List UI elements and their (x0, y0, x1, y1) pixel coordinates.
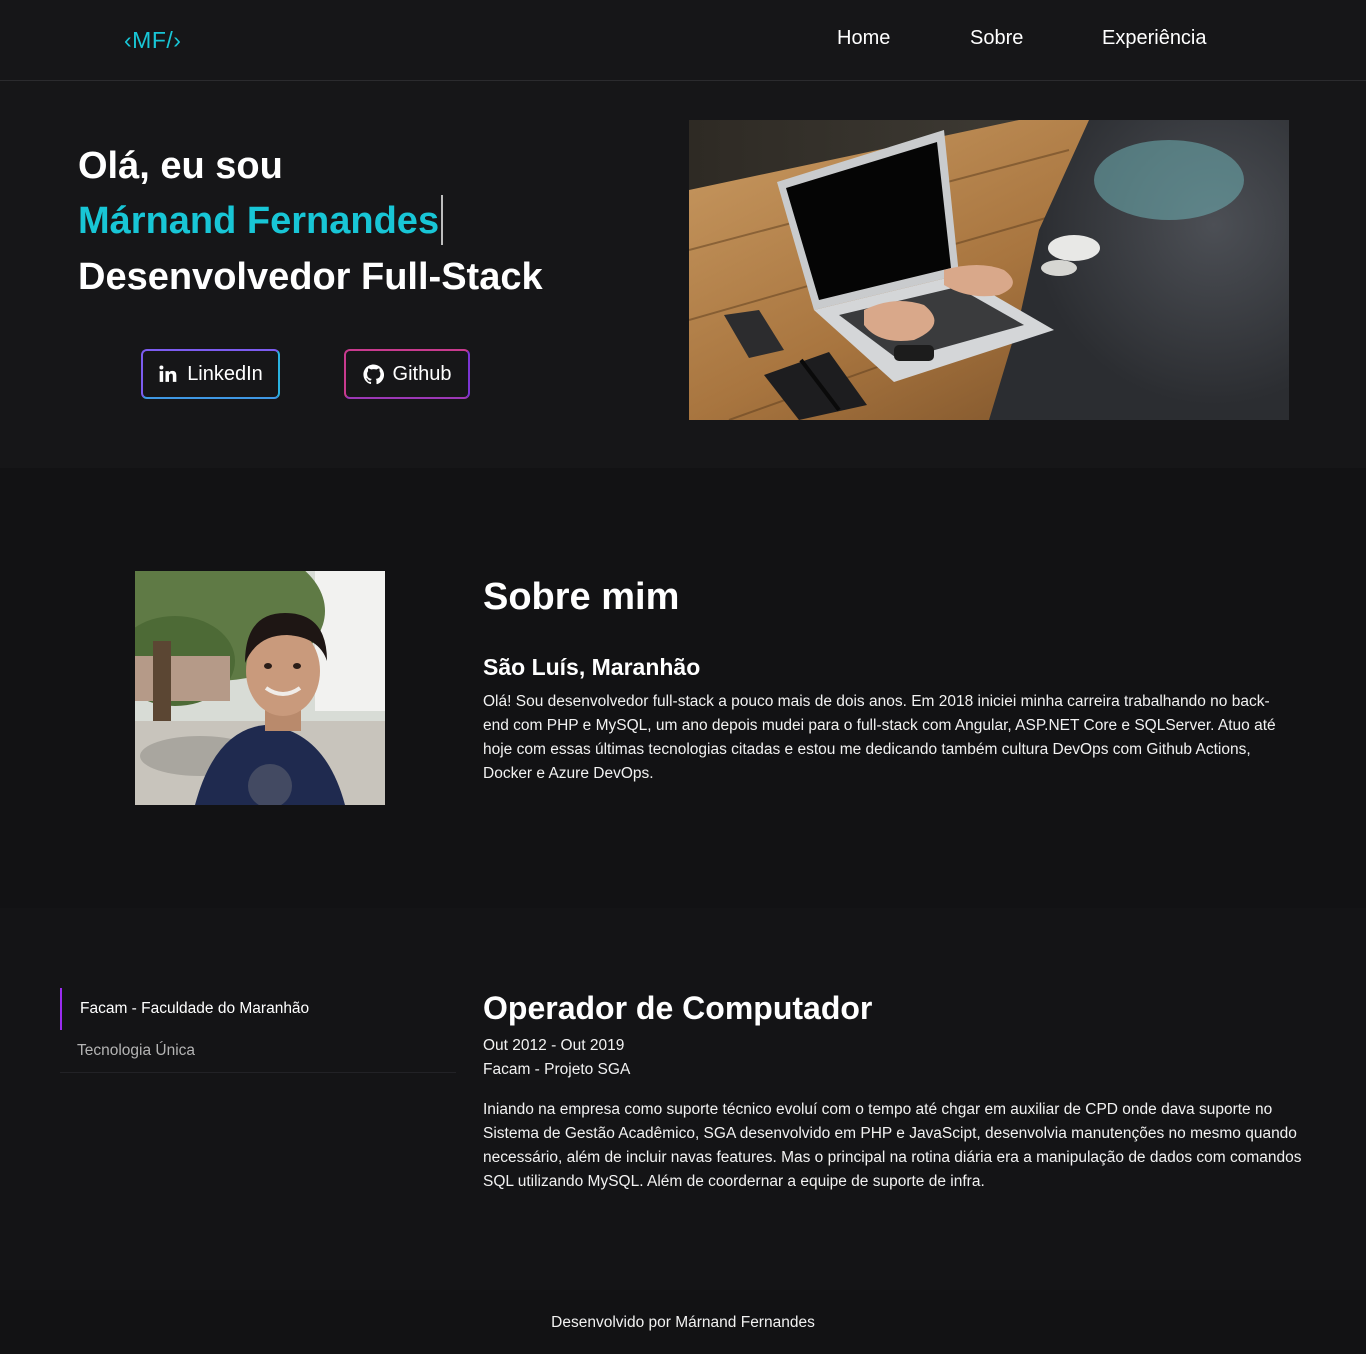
nav-link-experiencia[interactable]: Experiência (1102, 27, 1207, 50)
profile-photo (135, 571, 385, 805)
tab-facam[interactable]: Facam - Faculdade do Maranhão (60, 988, 456, 1030)
experience-period: Out 2012 - Out 2019 (483, 1037, 625, 1054)
typing-caret (441, 195, 443, 245)
github-button[interactable]: Github (344, 349, 470, 399)
about-location: São Luís, Maranhão (483, 654, 701, 680)
experience-description: Iniando na empresa como suporte técnico … (483, 1101, 1302, 1190)
about-title: Sobre mim (483, 576, 680, 618)
github-icon (362, 363, 384, 384)
experience-company: Facam - Projeto SGA (483, 1061, 631, 1078)
hero-greeting: Olá, eu sou (78, 145, 283, 187)
experience-title: Operador de Computador (483, 990, 873, 1026)
hero-laptop-photo (689, 120, 1289, 420)
linkedin-label: LinkedIn (187, 362, 263, 385)
github-label: Github (392, 362, 452, 385)
linkedin-button[interactable]: LinkedIn (141, 349, 280, 399)
main-nav: Home Sobre Experiência (0, 27, 1366, 57)
nav-link-home[interactable]: Home (837, 27, 890, 50)
about-text: Olá! Sou desenvolvedor full-stack a pouc… (483, 693, 1276, 782)
experience-tabs: Facam - Faculdade do Maranhão Tecnologia… (60, 988, 456, 1073)
linkedin-icon (159, 365, 177, 382)
nav-link-sobre[interactable]: Sobre (970, 27, 1023, 50)
site-footer: Desenvolvido por Márnand Fernandes (0, 1290, 1366, 1354)
tab-tecnologia-unica[interactable]: Tecnologia Única (60, 1030, 456, 1072)
footer-text: Desenvolvido por Márnand Fernandes (551, 1314, 815, 1331)
hero-role: Desenvolvedor Full-Stack (78, 256, 543, 298)
hero-name: Márnand Fernandes (78, 200, 440, 242)
site-header: ‹MF/› Home Sobre Experiência (0, 0, 1366, 81)
